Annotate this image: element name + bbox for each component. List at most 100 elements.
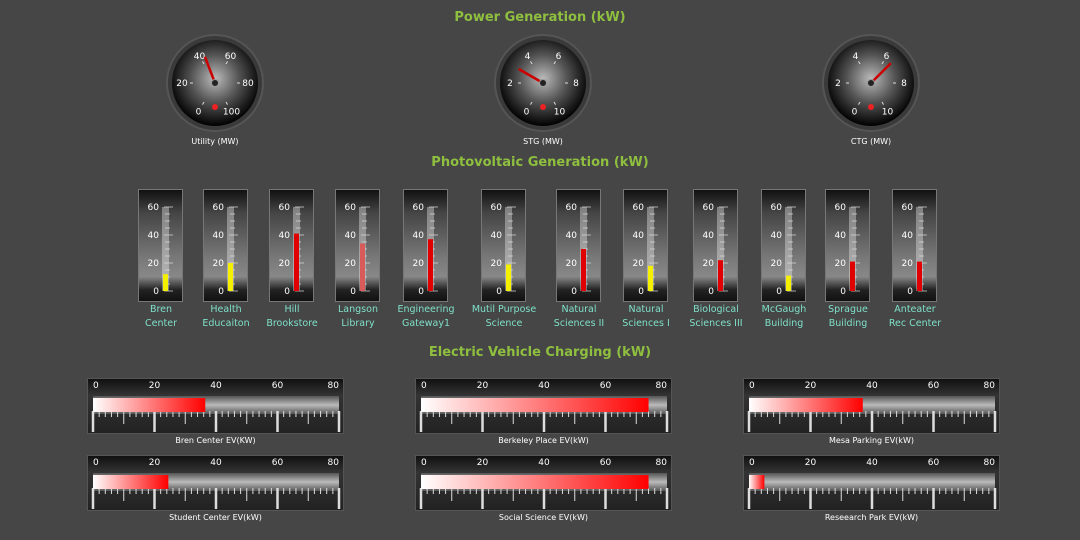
thermometer-tick-label: 20 (771, 259, 783, 269)
ev-level-bar (93, 398, 206, 412)
thermometer-tick-label: 0 (708, 287, 714, 297)
thermometer-tick-label: 40 (703, 231, 715, 241)
ev-tick-label: 0 (421, 458, 427, 468)
thermometer-tick-label: 20 (703, 259, 715, 269)
ev-tick-label: 60 (928, 458, 940, 468)
thermometer-panel: 0 20 40 60 (403, 189, 448, 302)
thermometer-6: 0 20 40 60 Natural Sciences II (554, 189, 604, 331)
gauge-tick-label: 60 (225, 52, 237, 62)
gauge-tick-label: 4 (853, 52, 859, 62)
thermometer-level (163, 274, 168, 291)
ev-label: Berkeley Place EV(kW) (498, 436, 589, 445)
gauge-0: 0 20 40 60 80 100 Utility (MW) (165, 34, 265, 154)
gauge-2: 0 2 4 6 8 10 CTG (MW) (821, 34, 921, 154)
ev-panel: 0 20 40 60 80 (87, 455, 344, 511)
ev-tick-label: 80 (984, 381, 996, 391)
ev-gauge-3: 0 20 40 60 80 Student Center EV(kW) (87, 455, 344, 522)
thermometer-label-line2: Rec Center (888, 318, 942, 329)
ev-tick-label: 0 (93, 458, 99, 468)
gauge-label: STG (MW) (523, 137, 563, 146)
ev-label: Social Science EV(kW) (498, 513, 589, 522)
thermometer-8: 0 20 40 60 Biological Sciences III (689, 189, 743, 331)
thermometer-label-line1: Anteater (894, 304, 936, 315)
thermometer-tick-label: 60 (566, 203, 578, 213)
thermometer-11: 0 20 40 60 Anteater Rec Center (889, 189, 941, 331)
ev-tick-label: 20 (149, 381, 161, 391)
thermometer-tick-label: 40 (835, 231, 847, 241)
ev-level-bar (749, 475, 765, 489)
ev-tick-label: 40 (538, 458, 550, 468)
gauge-tick-label: 10 (882, 108, 894, 118)
ev-panel: 0 20 40 60 80 (87, 378, 344, 434)
thermometer-tick-label: 60 (413, 203, 425, 213)
gauge-hub (211, 79, 219, 87)
gauge-1: 0 2 4 6 8 10 STG (MW) (493, 34, 593, 154)
thermometer-tick-label: 0 (418, 287, 424, 297)
thermometer-tick-label: 60 (835, 203, 847, 213)
gauge-tick-label: 6 (556, 52, 562, 62)
thermometer-5: 0 20 40 60 Mutil Purpose Science (472, 189, 536, 331)
thermometer-panel: 0 20 40 60 (761, 189, 806, 302)
thermometer-7: 0 20 40 60 Natural Sciences I (622, 189, 670, 331)
gauge-tick-label: 2 (507, 79, 513, 89)
ev-gauge-1: 0 20 40 60 80 Berkeley Place EV(kW) (415, 378, 672, 445)
thermometer-tick-label: 0 (638, 287, 644, 297)
thermometer-panel: 0 20 40 60 (481, 189, 526, 302)
thermometer-level (506, 264, 511, 291)
thermometer-level (850, 261, 855, 291)
thermometer-label: Anteater Rec Center (875, 303, 955, 331)
pv-generation-title: Photovoltaic Generation (kW) (431, 155, 649, 170)
thermometer-panel: 0 20 40 60 (335, 189, 380, 302)
thermometer-tick-label: 0 (571, 287, 577, 297)
thermometer-tick-label: 60 (703, 203, 715, 213)
thermometer-level (228, 263, 233, 291)
thermometer-panel: 0 20 40 60 (623, 189, 668, 302)
thermometer-1: 0 20 40 60 Health Educaiton (202, 189, 250, 331)
thermometer-tick-label: 60 (491, 203, 503, 213)
thermometer-tick-label: 60 (345, 203, 357, 213)
ev-tick-label: 20 (805, 381, 817, 391)
ev-tick-label: 0 (749, 458, 755, 468)
thermometer-tick-label: 20 (633, 259, 645, 269)
thermometer-panel: 0 20 40 60 (693, 189, 738, 302)
thermometer-tick-label: 40 (213, 231, 225, 241)
thermometer-tick-label: 0 (496, 287, 502, 297)
thermometer-tick-label: 40 (633, 231, 645, 241)
thermometer-label: Natural Sciences I (606, 303, 686, 331)
ev-tick-label: 80 (656, 381, 668, 391)
gauge-tick-label: 8 (573, 79, 579, 89)
ev-level-bar (421, 398, 649, 412)
thermometer-tick-label: 60 (279, 203, 291, 213)
thermometer-2: 0 20 40 60 Hill Brookstore (266, 189, 318, 331)
gauge-label: Utility (MW) (191, 137, 239, 146)
ev-tick-label: 40 (866, 381, 878, 391)
ev-tick-label: 20 (805, 458, 817, 468)
ev-tick-label: 0 (93, 381, 99, 391)
ev-tick-label: 80 (328, 381, 340, 391)
thermometer-label-line1: Natural (628, 304, 664, 315)
ev-charging-title: Electric Vehicle Charging (kW) (428, 345, 652, 360)
thermometer-level (294, 233, 299, 291)
thermometer-tick-label: 20 (835, 259, 847, 269)
gauge-tick-label: 10 (554, 108, 566, 118)
thermometer-label-line2: Science (485, 318, 523, 329)
gauge-tick-label: 20 (176, 79, 188, 89)
thermometer-label-line2: Sciences I (622, 318, 670, 329)
thermometer-tick-label: 60 (902, 203, 914, 213)
gauge-hub (539, 79, 547, 87)
thermometer-tick-label: 40 (148, 231, 160, 241)
thermometer-0: 0 20 40 60 Bren Center (138, 189, 183, 331)
thermometer-tick-label: 40 (345, 231, 357, 241)
thermometer-tick-label: 0 (776, 287, 782, 297)
thermometer-label-line1: Mutil Purpose (471, 304, 537, 315)
gauge-tick-label: 4 (525, 52, 531, 62)
ev-tick-label: 20 (477, 458, 489, 468)
thermometer-tick-label: 40 (491, 231, 503, 241)
thermometer-label-line1: Engineering (397, 304, 455, 315)
ev-level-bar (421, 475, 649, 489)
thermometer-tick-label: 40 (413, 231, 425, 241)
ev-panel: 0 20 40 60 80 (743, 378, 1000, 434)
thermometer-tick-label: 40 (279, 231, 291, 241)
ev-gauge-4: 0 20 40 60 80 Social Science EV(kW) (415, 455, 672, 522)
ev-gauge-0: 0 20 40 60 80 Bren Center EV(KW) (87, 378, 344, 445)
